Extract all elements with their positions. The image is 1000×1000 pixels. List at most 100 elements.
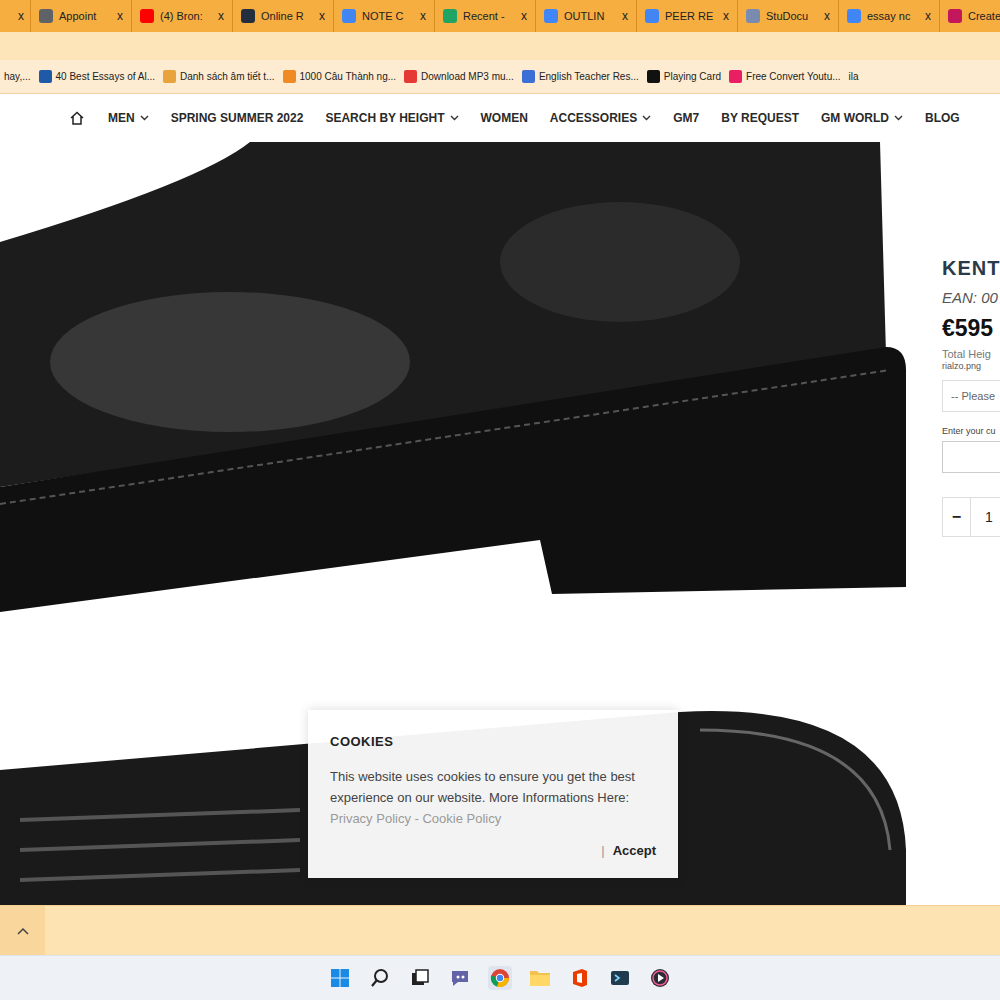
tab[interactable]: Recent - x <box>434 0 535 32</box>
bookmark[interactable]: English Teacher Res... <box>522 69 639 84</box>
nav-label[interactable]: GM7 <box>673 109 699 127</box>
show-all-icon[interactable] <box>0 906 45 955</box>
bookmark[interactable]: Download MP3 mu... <box>404 69 514 84</box>
tab-title[interactable]: PEER RE <box>665 8 717 25</box>
bookmark-label[interactable]: hay,... <box>4 69 31 84</box>
chrome-icon[interactable] <box>488 966 512 990</box>
bookmark-label[interactable]: English Teacher Res... <box>539 69 639 84</box>
nav-label[interactable]: SPRING SUMMER 2022 <box>171 109 304 127</box>
tab-title[interactable]: Appoint <box>59 8 111 25</box>
media-player-icon[interactable] <box>648 966 672 990</box>
nav-label[interactable]: MEN <box>108 109 135 127</box>
quantity-value[interactable]: 1 <box>985 507 993 528</box>
tab-title[interactable]: Recent - <box>463 8 515 25</box>
nav-item[interactable]: SEARCH BY HEIGHT <box>325 109 458 127</box>
tab-title[interactable]: (4) Bron: <box>160 8 212 25</box>
nav-item[interactable]: SPRING SUMMER 2022 <box>171 109 304 127</box>
file-explorer-icon[interactable] <box>528 966 552 990</box>
nav-label[interactable]: GM WORLD <box>821 109 889 127</box>
tab-title[interactable]: Create <box>968 8 1000 25</box>
nav-label[interactable]: SEARCH BY HEIGHT <box>325 109 444 127</box>
nav-item[interactable]: GM WORLD <box>821 109 903 127</box>
tab[interactable]: x <box>0 0 30 32</box>
tab-favicon-icon <box>140 9 154 23</box>
bookmark[interactable]: ila <box>849 69 859 84</box>
bookmark[interactable]: Danh sách âm tiết t... <box>163 69 275 84</box>
tab-title[interactable]: StuDocu <box>766 8 818 25</box>
accept-button[interactable]: Accept <box>613 841 656 861</box>
nav-item[interactable]: MEN <box>108 109 149 127</box>
bookmark-label[interactable]: 1000 Câu Thành ng... <box>300 69 397 84</box>
tab-favicon-icon <box>645 9 659 23</box>
tab[interactable]: OUTLIN x <box>535 0 636 32</box>
nav-label[interactable]: BY REQUEST <box>721 109 799 127</box>
office-icon[interactable] <box>568 966 592 990</box>
task-view-icon[interactable] <box>408 966 432 990</box>
boot-photo <box>0 142 912 622</box>
tab[interactable]: (4) Bron: x <box>131 0 232 32</box>
tab-favicon-icon <box>342 9 356 23</box>
windows-icon[interactable] <box>328 966 352 990</box>
bookmark[interactable]: 1000 Câu Thành ng... <box>283 69 397 84</box>
product-ean: EAN: 00 <box>942 288 1000 308</box>
tab[interactable]: PEER RE x <box>636 0 737 32</box>
tab-title[interactable]: NOTE C <box>362 8 414 25</box>
bookmark-label[interactable]: 40 Best Essays of Al... <box>56 69 156 84</box>
bookmark-label[interactable]: Free Convert Youtu... <box>746 69 841 84</box>
tab[interactable]: essay nc x <box>838 0 939 32</box>
tab-close-button[interactable]: x <box>622 10 628 22</box>
select-placeholder[interactable]: -- Please <box>951 388 995 405</box>
bookmark-favicon-icon <box>404 70 417 83</box>
cookie-title: COOKIES <box>330 732 656 752</box>
custom-label: Enter your cu <box>942 426 1000 437</box>
tab[interactable]: Appoint x <box>30 0 131 32</box>
tab-close-button[interactable]: x <box>824 10 830 22</box>
tab-favicon-icon <box>746 9 760 23</box>
tab[interactable]: Create <box>939 0 1000 32</box>
teams-chat-icon[interactable] <box>448 966 472 990</box>
tab[interactable]: NOTE C x <box>333 0 434 32</box>
height-select[interactable]: -- Please <box>942 380 1000 412</box>
tab[interactable]: Online R x <box>232 0 333 32</box>
privacy-policy-link[interactable]: Privacy Policy <box>330 811 411 826</box>
custom-input[interactable] <box>942 441 1000 473</box>
tab-close-button[interactable]: x <box>521 10 527 22</box>
bookmark[interactable]: Free Convert Youtu... <box>729 69 841 84</box>
nav-item[interactable]: ACCESSORIES <box>550 109 651 127</box>
tab-close-button[interactable]: x <box>18 10 24 22</box>
minus-sign[interactable]: − <box>952 505 961 529</box>
tab-close-button[interactable]: x <box>723 10 729 22</box>
tab-close-button[interactable]: x <box>218 10 224 22</box>
toolbar <box>0 32 1000 60</box>
bookmark-label[interactable]: Danh sách âm tiết t... <box>180 69 275 84</box>
home-icon[interactable] <box>68 109 86 127</box>
nav-item[interactable]: BLOG <box>925 109 960 127</box>
search-icon[interactable] <box>368 966 392 990</box>
quantity-stepper: −1 <box>942 497 1000 537</box>
cookie-policy-link[interactable]: Cookie Policy <box>422 811 501 826</box>
bookmark[interactable]: 40 Best Essays of Al... <box>39 69 156 84</box>
nav-item[interactable]: GM7 <box>673 109 699 127</box>
terminal-app-icon[interactable] <box>608 966 632 990</box>
minus-button[interactable]: − <box>943 498 971 536</box>
nav-label[interactable]: WOMEN <box>481 109 528 127</box>
bookmark[interactable]: Playing Card <box>647 69 721 84</box>
bookmark-label[interactable]: Playing Card <box>664 69 721 84</box>
tab-title[interactable]: OUTLIN <box>564 8 616 25</box>
nav-item[interactable]: BY REQUEST <box>721 109 799 127</box>
nav-label[interactable]: BLOG <box>925 109 960 127</box>
tab-title[interactable]: essay nc <box>867 8 919 25</box>
accept-separator: | <box>601 841 604 861</box>
nav-label[interactable]: ACCESSORIES <box>550 109 637 127</box>
bookmark[interactable]: hay,... <box>4 69 31 84</box>
tab-close-button[interactable]: x <box>117 10 123 22</box>
product-area: KENTEAN: 00€595Total Heigrialzo.png-- Pl… <box>0 142 1000 905</box>
bookmark-label[interactable]: ila <box>849 69 859 84</box>
tab-close-button[interactable]: x <box>319 10 325 22</box>
nav-item[interactable]: WOMEN <box>481 109 528 127</box>
tab-close-button[interactable]: x <box>925 10 931 22</box>
bookmark-label[interactable]: Download MP3 mu... <box>421 69 514 84</box>
tab-close-button[interactable]: x <box>420 10 426 22</box>
tab[interactable]: StuDocu x <box>737 0 838 32</box>
tab-title[interactable]: Online R <box>261 8 313 25</box>
